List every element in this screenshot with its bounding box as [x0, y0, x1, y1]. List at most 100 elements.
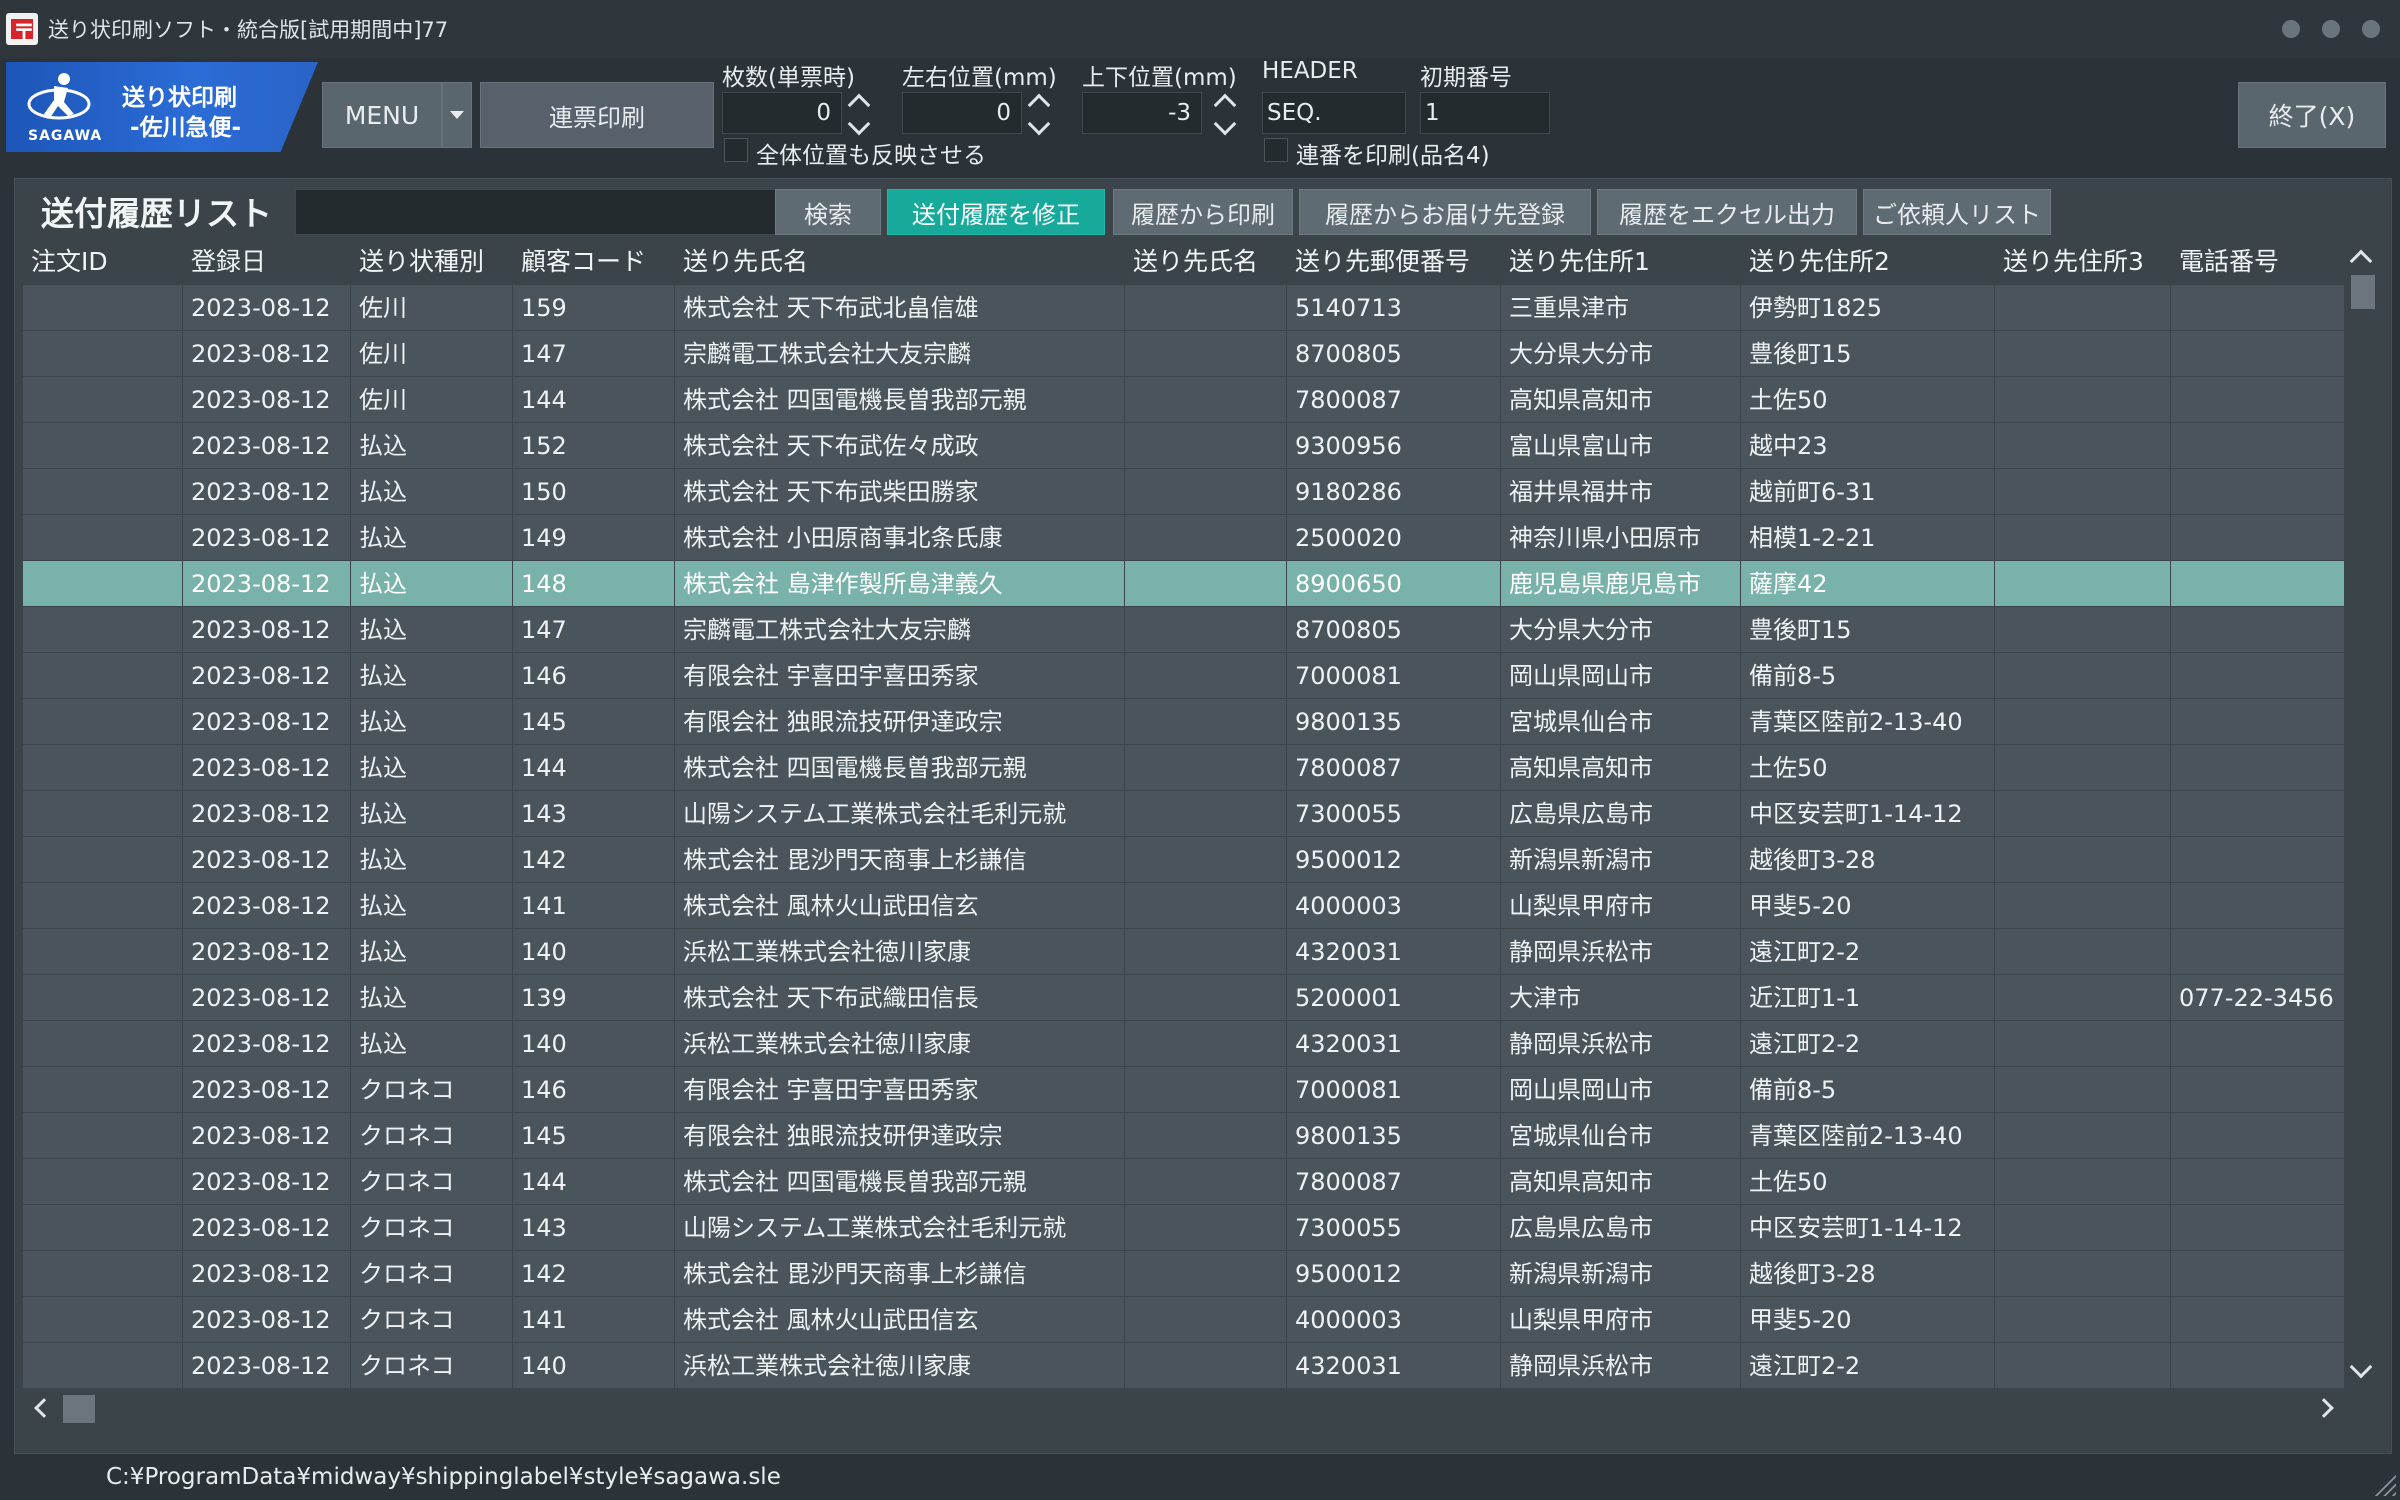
cell-dest-address3[interactable]: [1995, 331, 2171, 377]
cell-dest-zip[interactable]: 4320031: [1287, 929, 1501, 975]
initial-number-input[interactable]: 1: [1420, 92, 1550, 134]
cell-dest-zip[interactable]: 4000003: [1287, 1297, 1501, 1343]
cell-dest-address1[interactable]: 高知県高知市: [1501, 1159, 1741, 1205]
cell-order-id[interactable]: [23, 1251, 183, 1297]
cell-dest-name[interactable]: 有限会社 宇喜田宇喜田秀家: [675, 1067, 1125, 1113]
cell-dest-address1[interactable]: 広島県広島市: [1501, 1205, 1741, 1251]
cell-phone[interactable]: [2171, 561, 2345, 607]
cell-dest-zip[interactable]: 9500012: [1287, 1251, 1501, 1297]
cell-dest-address2[interactable]: 越前町6-31: [1741, 469, 1995, 515]
cell-dest-name2[interactable]: [1125, 929, 1287, 975]
table-row[interactable]: 2023-08-12 払込 140 浜松工業株式会社徳川家康 4320031 静岡県浜松市…: [23, 929, 2345, 975]
cell-dest-name2[interactable]: [1125, 285, 1287, 331]
cell-dest-address1[interactable]: 大津市: [1501, 975, 1741, 1021]
cell-dest-name[interactable]: 山陽システム工業株式会社毛利元就: [675, 1205, 1125, 1251]
table-row[interactable]: 2023-08-12 クロネコ 141 株式会社 風林火山武田信玄 4000003 山梨県…: [23, 1297, 2345, 1343]
table-row[interactable]: 2023-08-12 佐川 147 宗麟電工株式会社大友宗麟 8700805 大分県大分市…: [23, 331, 2345, 377]
cell-dest-name2[interactable]: [1125, 377, 1287, 423]
cell-dest-address1[interactable]: 高知県高知市: [1501, 745, 1741, 791]
table-row[interactable]: 2023-08-12 払込 144 株式会社 四国電機長曽我部元親 7800087 高知県…: [23, 745, 2345, 791]
table-row[interactable]: 2023-08-12 払込 142 株式会社 毘沙門天商事上杉謙信 9500012 新潟県…: [23, 837, 2345, 883]
cell-dest-name[interactable]: 株式会社 風林火山武田信玄: [675, 883, 1125, 929]
cell-label-type[interactable]: クロネコ: [351, 1113, 513, 1159]
table-row[interactable]: 2023-08-12 払込 147 宗麟電工株式会社大友宗麟 8700805 大分県大分市…: [23, 607, 2345, 653]
cell-dest-address2[interactable]: 甲斐5-20: [1741, 883, 1995, 929]
cell-dest-address1[interactable]: 岡山県岡山市: [1501, 653, 1741, 699]
cell-dest-address2[interactable]: 遠江町2-2: [1741, 929, 1995, 975]
cell-dest-address3[interactable]: [1995, 561, 2171, 607]
cell-label-type[interactable]: クロネコ: [351, 1297, 513, 1343]
export-excel-button[interactable]: 履歴をエクセル出力: [1597, 189, 1857, 235]
table-row[interactable]: 2023-08-12 払込 143 山陽システム工業株式会社毛利元就 7300055 広島…: [23, 791, 2345, 837]
table-row[interactable]: 2023-08-12 払込 148 株式会社 島津作製所島津義久 8900650 鹿児島県…: [23, 561, 2345, 607]
cell-label-type[interactable]: クロネコ: [351, 1159, 513, 1205]
column-header-customer-code[interactable]: 顧客コード: [513, 239, 675, 285]
cell-dest-address3[interactable]: [1995, 377, 2171, 423]
menu-button[interactable]: MENU: [322, 82, 442, 148]
cell-dest-name[interactable]: 株式会社 島津作製所島津義久: [675, 561, 1125, 607]
cell-dest-name[interactable]: 浜松工業株式会社徳川家康: [675, 1343, 1125, 1389]
register-destination-button[interactable]: 履歴からお届け先登録: [1299, 189, 1591, 235]
cell-dest-address3[interactable]: [1995, 469, 2171, 515]
cell-dest-zip[interactable]: 8700805: [1287, 331, 1501, 377]
cell-order-id[interactable]: [23, 883, 183, 929]
cell-dest-name[interactable]: 株式会社 四国電機長曽我部元親: [675, 1159, 1125, 1205]
cell-order-id[interactable]: [23, 975, 183, 1021]
cell-label-type[interactable]: 払込: [351, 699, 513, 745]
table-row[interactable]: 2023-08-12 クロネコ 143 山陽システム工業株式会社毛利元就 7300055…: [23, 1205, 2345, 1251]
cell-register-date[interactable]: 2023-08-12: [183, 515, 351, 561]
cell-register-date[interactable]: 2023-08-12: [183, 607, 351, 653]
cell-dest-name[interactable]: 浜松工業株式会社徳川家康: [675, 929, 1125, 975]
cell-dest-address2[interactable]: 伊勢町1825: [1741, 285, 1995, 331]
resize-grip-icon[interactable]: [2374, 1474, 2396, 1496]
cell-dest-address1[interactable]: 三重県津市: [1501, 285, 1741, 331]
cell-dest-address3[interactable]: [1995, 1343, 2171, 1389]
cell-dest-name2[interactable]: [1125, 699, 1287, 745]
cell-dest-address2[interactable]: 越中23: [1741, 423, 1995, 469]
cell-label-type[interactable]: クロネコ: [351, 1251, 513, 1297]
table-row[interactable]: 2023-08-12 クロネコ 146 有限会社 宇喜田宇喜田秀家 7000081 岡山県…: [23, 1067, 2345, 1113]
cell-dest-address3[interactable]: [1995, 607, 2171, 653]
cell-phone[interactable]: [2171, 423, 2345, 469]
cell-order-id[interactable]: [23, 929, 183, 975]
vertical-scrollbar[interactable]: [2347, 239, 2379, 1389]
cell-dest-address2[interactable]: 豊後町15: [1741, 607, 1995, 653]
cell-dest-address1[interactable]: 神奈川県小田原市: [1501, 515, 1741, 561]
ud-position-input[interactable]: -3: [1082, 92, 1202, 134]
cell-phone[interactable]: [2171, 745, 2345, 791]
cell-phone[interactable]: [2171, 1205, 2345, 1251]
cell-dest-address2[interactable]: 越後町3-28: [1741, 837, 1995, 883]
cell-dest-zip[interactable]: 5200001: [1287, 975, 1501, 1021]
cell-dest-zip[interactable]: 8700805: [1287, 607, 1501, 653]
cell-dest-address2[interactable]: 遠江町2-2: [1741, 1343, 1995, 1389]
menu-dropdown-button[interactable]: [442, 82, 472, 148]
minimize-button[interactable]: [2282, 20, 2300, 38]
horizontal-scroll-thumb[interactable]: [63, 1395, 95, 1423]
cell-dest-name[interactable]: 株式会社 風林火山武田信玄: [675, 1297, 1125, 1343]
cell-label-type[interactable]: クロネコ: [351, 1067, 513, 1113]
cell-dest-address3[interactable]: [1995, 837, 2171, 883]
cell-label-type[interactable]: 払込: [351, 791, 513, 837]
column-header-dest-address1[interactable]: 送り先住所1: [1501, 239, 1741, 285]
cell-customer-code[interactable]: 142: [513, 837, 675, 883]
print-seq-checkbox[interactable]: [1264, 138, 1288, 162]
cell-phone[interactable]: [2171, 377, 2345, 423]
client-list-button[interactable]: ご依頼人リスト: [1863, 189, 2051, 235]
cell-dest-address3[interactable]: [1995, 1205, 2171, 1251]
cell-customer-code[interactable]: 152: [513, 423, 675, 469]
cell-customer-code[interactable]: 159: [513, 285, 675, 331]
cell-register-date[interactable]: 2023-08-12: [183, 1297, 351, 1343]
cell-customer-code[interactable]: 147: [513, 331, 675, 377]
cell-dest-address1[interactable]: 静岡県浜松市: [1501, 1021, 1741, 1067]
cell-dest-zip[interactable]: 7300055: [1287, 791, 1501, 837]
cell-dest-zip[interactable]: 5140713: [1287, 285, 1501, 331]
cell-dest-address1[interactable]: 福井県福井市: [1501, 469, 1741, 515]
cell-order-id[interactable]: [23, 1343, 183, 1389]
table-row[interactable]: 2023-08-12 払込 150 株式会社 天下布武柴田勝家 9180286 福井県福井…: [23, 469, 2345, 515]
cell-dest-address2[interactable]: 中区安芸町1-14-12: [1741, 1205, 1995, 1251]
cell-dest-name2[interactable]: [1125, 1159, 1287, 1205]
search-button[interactable]: 検索: [775, 189, 881, 235]
cell-dest-address1[interactable]: 新潟県新潟市: [1501, 1251, 1741, 1297]
cell-dest-address1[interactable]: 山梨県甲府市: [1501, 883, 1741, 929]
cell-dest-name2[interactable]: [1125, 975, 1287, 1021]
